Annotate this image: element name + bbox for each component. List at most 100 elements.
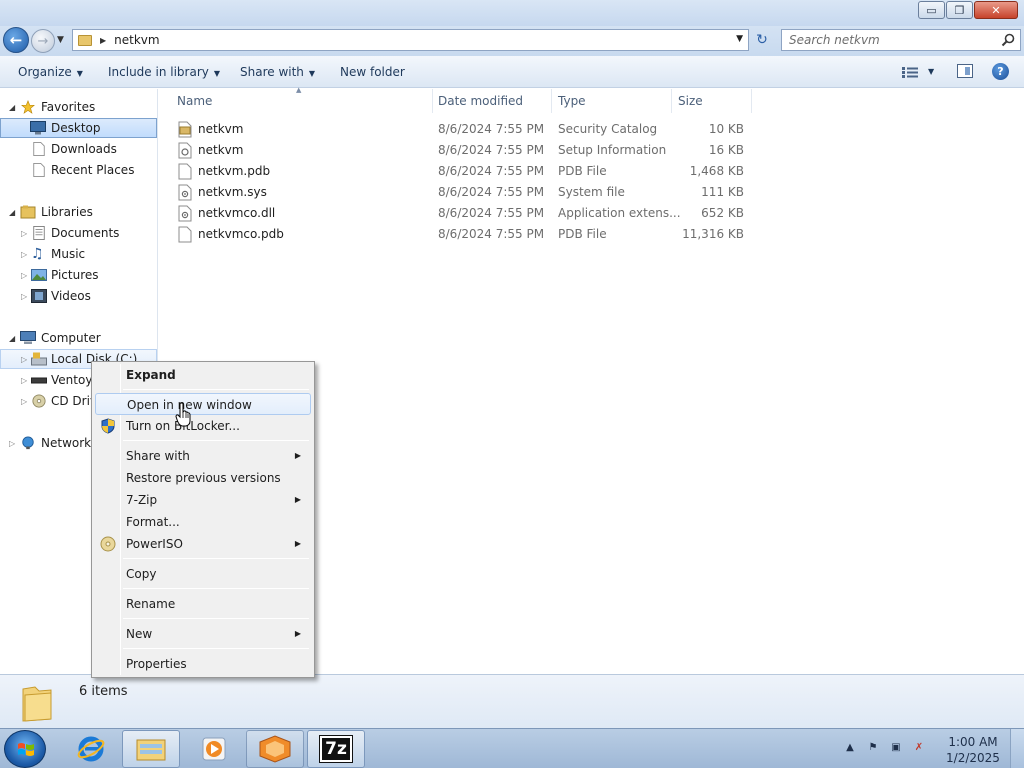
column-header-size[interactable]: Size [672,89,752,113]
taskbar-7zip[interactable]: 7z [307,730,365,768]
nav-favorites[interactable]: ◢ Favorites [0,97,157,117]
file-date: 8/6/2024 7:55 PM [438,164,545,178]
command-bar: Organize ▼ Include in library ▼ Share with… [0,56,1024,88]
new-folder-button[interactable]: New folder [340,65,405,79]
nav-computer[interactable]: ◢ Computer [0,328,157,348]
nav-libraries[interactable]: ◢ Libraries [0,202,157,222]
ventoy-label: Ventoy [51,373,93,387]
collapsed-arrow-icon[interactable]: ▷ [21,229,27,238]
desktop-label: Desktop [51,121,101,135]
expanded-arrow-icon[interactable]: ◢ [9,208,15,217]
refresh-button[interactable]: ↻ [752,31,772,49]
collapsed-arrow-icon[interactable]: ▷ [21,292,27,301]
nav-recent-places[interactable]: Recent Places [0,160,157,180]
file-size: 11,316 KB [682,227,744,241]
menu-item-poweriso[interactable]: PowerISO ▶ [95,533,311,555]
file-date: 8/6/2024 7:55 PM [438,227,545,241]
window-controls: ▭ ❐ ✕ [918,1,1018,19]
menu-separator [123,618,309,619]
collapsed-arrow-icon[interactable]: ▷ [21,355,27,364]
action-center-flag-icon[interactable]: ⚑ [865,739,881,755]
help-icon[interactable]: ? [992,63,1009,80]
file-type: Setup Information [558,143,667,157]
search-icon[interactable] [1001,33,1015,47]
collapsed-arrow-icon[interactable]: ▷ [21,271,27,280]
file-name: netkvm.pdb [198,164,271,178]
menu-item-label: Share with [126,449,190,463]
file-row[interactable]: netkvm 8/6/2024 7:55 PM Setup Informatio… [174,140,754,161]
menu-item-expand[interactable]: Expand [95,364,311,386]
column-header-date-modified[interactable]: Date modified [432,89,552,113]
include-in-library-label: Include in library [108,65,209,79]
clock[interactable]: 1:00 AM 1/2/2025 [944,734,1002,766]
menu-item-copy[interactable]: Copy [95,563,311,585]
file-row[interactable]: netkvm.pdb 8/6/2024 7:55 PM PDB File 1,4… [174,161,754,182]
folder-icon [78,34,92,46]
breadcrumb-netkvm[interactable]: netkvm [114,33,159,47]
show-desktop-button[interactable] [1010,729,1024,768]
taskbar-windows-explorer[interactable] [122,730,180,768]
menu-item-bitlocker[interactable]: Turn on BitLocker... [95,415,311,437]
volume-muted-icon[interactable]: ✗ [911,739,927,755]
recent-pages-dropdown[interactable]: ▼ [57,35,64,45]
removable-drive-icon [31,377,47,384]
view-options-chevron-icon[interactable]: ▼ [928,67,934,76]
menu-item-label: Format... [126,515,180,529]
share-with-button[interactable]: Share with ▼ [240,65,315,79]
nav-documents[interactable]: ▷ Documents [0,223,157,243]
search-box[interactable] [781,29,1021,51]
menu-item-open-in-new-window[interactable]: Open in new window [95,393,311,415]
taskbar-virtualbox[interactable] [246,730,304,768]
network-tray-icon[interactable]: ▣ [888,739,904,755]
menu-item-share-with[interactable]: Share with ▶ [95,445,311,467]
change-view-icon[interactable] [902,67,918,78]
taskbar-internet-explorer[interactable] [62,730,120,768]
file-row[interactable]: netkvmco.pdb 8/6/2024 7:55 PM PDB File 1… [174,224,754,245]
menu-item-rename[interactable]: Rename [95,593,311,615]
file-row[interactable]: netkvm 8/6/2024 7:55 PM Security Catalog… [174,119,754,140]
address-dropdown-icon[interactable]: ▼ [736,34,743,44]
expanded-arrow-icon[interactable]: ◢ [9,103,15,112]
menu-item-restore-previous-versions[interactable]: Restore previous versions [95,467,311,489]
file-row[interactable]: netkvmco.dll 8/6/2024 7:55 PM Applicatio… [174,203,754,224]
file-size: 16 KB [708,143,744,157]
menu-item-format[interactable]: Format... [95,511,311,533]
collapsed-arrow-icon[interactable]: ▷ [21,250,27,259]
file-row[interactable]: netkvm.sys 8/6/2024 7:55 PM System file … [174,182,754,203]
nav-downloads[interactable]: Downloads [0,139,157,159]
close-button[interactable]: ✕ [974,1,1018,19]
show-hidden-icons-icon[interactable]: ▲ [842,739,858,755]
minimize-button[interactable]: ▭ [918,1,945,19]
expanded-arrow-icon[interactable]: ◢ [9,334,15,343]
collapsed-arrow-icon[interactable]: ▷ [21,376,27,385]
column-header-name[interactable]: Name [171,89,433,113]
menu-item-label: Restore previous versions [126,471,281,485]
taskbar-media-player[interactable] [185,730,243,768]
organize-button[interactable]: Organize ▼ [18,65,83,79]
menu-separator [123,648,309,649]
start-button[interactable] [4,730,46,768]
menu-item-label: PowerISO [126,537,183,551]
menu-item-7zip[interactable]: 7-Zip ▶ [95,489,311,511]
collapsed-arrow-icon[interactable]: ▷ [9,439,15,448]
maximize-button[interactable]: ❐ [946,1,973,19]
search-input[interactable] [789,33,994,47]
nav-music[interactable]: ▷ ♫ Music [0,244,157,264]
nav-pictures[interactable]: ▷ Pictures [0,265,157,285]
hand-pointer-cursor-icon [175,402,191,427]
collapsed-arrow-icon[interactable]: ▷ [21,397,27,406]
nav-videos[interactable]: ▷ Videos [0,286,157,306]
pictures-icon [31,269,47,281]
back-button[interactable]: ← [3,27,29,53]
favorites-label: Favorites [41,100,96,114]
forward-button[interactable]: → [31,29,55,53]
menu-item-properties[interactable]: Properties [95,653,311,675]
breadcrumb-arrow-icon[interactable]: ▶ [100,36,106,45]
include-in-library-button[interactable]: Include in library ▼ [108,65,220,79]
menu-item-new[interactable]: New ▶ [95,623,311,645]
computer-icon [20,331,36,344]
address-bar[interactable]: ▶ netkvm ▼ [72,29,749,51]
column-header-type[interactable]: Type [552,89,672,113]
nav-desktop[interactable]: Desktop [0,118,157,138]
preview-pane-icon[interactable] [957,64,973,78]
